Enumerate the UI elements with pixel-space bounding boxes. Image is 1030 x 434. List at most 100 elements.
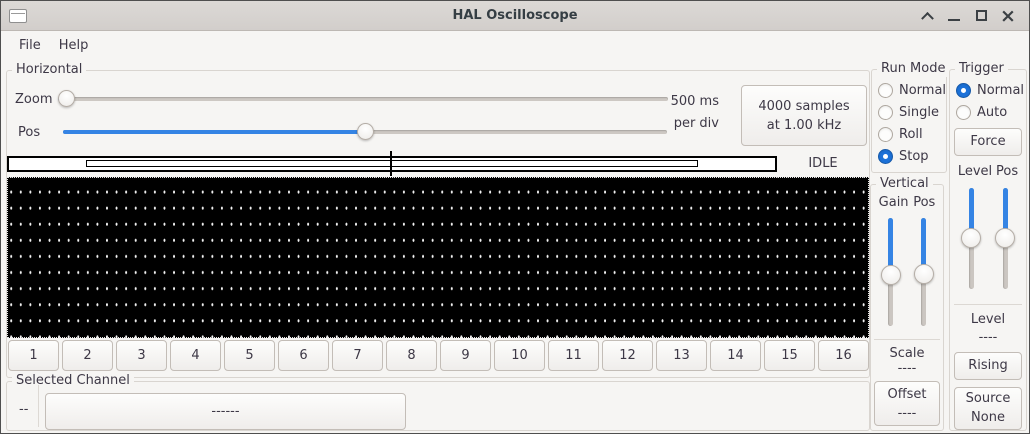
samples-count: 4000 samples (758, 97, 849, 116)
timebase-readout: 500 ms per div (649, 91, 719, 135)
close-icon: × (1000, 7, 1016, 25)
minimize-icon (948, 19, 960, 22)
status-label: IDLE (789, 156, 857, 171)
slider-fill (63, 130, 365, 134)
channel-button-6[interactable]: 6 (278, 340, 329, 371)
pos-slider-label: Pos (18, 125, 40, 140)
offset-button-value: ---- (898, 404, 917, 423)
trigger-group-label: Trigger (955, 61, 1008, 77)
trigger-pos-slider[interactable] (995, 188, 1015, 289)
slider-track[interactable] (58, 97, 668, 101)
channel-button-5[interactable]: 5 (224, 340, 275, 371)
menu-file[interactable]: File (10, 35, 50, 56)
vertical-pos-slider[interactable] (914, 218, 934, 326)
radio-icon[interactable] (956, 105, 971, 120)
samples-button[interactable]: 4000 samples at 1.00 kHz (741, 85, 867, 146)
channel-button-1[interactable]: 1 (8, 340, 59, 371)
run-mode-option-roll[interactable]: Roll (878, 127, 946, 142)
run-mode-group: Run Mode Normal Single Roll Stop (871, 69, 947, 173)
slider-thumb[interactable] (961, 228, 981, 248)
slider-thumb[interactable] (58, 90, 75, 107)
selected-channel-value: -- (19, 402, 28, 417)
trigger-group: Trigger Normal Auto Force Level Pos (949, 69, 1027, 431)
channel-button-9[interactable]: 9 (440, 340, 491, 371)
trigger-level-label: Level (954, 312, 1022, 327)
chevron-up-icon (921, 12, 934, 25)
gain-slider-label: Gain (879, 195, 909, 210)
slider-thumb[interactable] (914, 264, 934, 284)
run-mode-group-label: Run Mode (877, 61, 949, 77)
radio-label: Roll (899, 127, 923, 142)
record-view-bar[interactable] (7, 156, 777, 172)
close-button[interactable]: × (999, 7, 1017, 25)
channel-button-4[interactable]: 4 (170, 340, 221, 371)
offset-button[interactable]: Offset ---- (874, 381, 940, 426)
scale-value: ---- (874, 361, 940, 376)
horizontal-group-label: Horizontal (12, 62, 86, 78)
maximize-icon (976, 10, 987, 21)
trigger-level-value: ---- (954, 330, 1022, 345)
radio-label: Normal (977, 83, 1024, 98)
trigger-pos-slider-label: Pos (996, 164, 1018, 179)
run-mode-option-single[interactable]: Single (878, 105, 946, 120)
divider (38, 385, 39, 427)
force-button[interactable]: Force (954, 128, 1022, 156)
run-mode-option-normal[interactable]: Normal (878, 83, 946, 98)
timebase-unit: per div (649, 113, 719, 135)
window-title: HAL Oscilloscope (1, 8, 1029, 23)
vertical-group: Vertical Gain Pos Scale ---- Offset ---- (870, 184, 944, 431)
shade-button[interactable] (918, 7, 936, 25)
radio-icon[interactable] (878, 149, 893, 164)
radio-icon[interactable] (878, 83, 893, 98)
radio-icon[interactable] (956, 83, 971, 98)
samples-rate: at 1.00 kHz (767, 116, 841, 135)
record-cursor[interactable] (390, 151, 392, 176)
vertical-gain-slider[interactable] (881, 218, 901, 326)
offset-button-label: Offset (887, 385, 926, 404)
slope-button[interactable]: Rising (954, 352, 1022, 380)
radio-label: Stop (899, 149, 929, 164)
source-button[interactable]: Source None (954, 387, 1022, 430)
selected-channel-label: Selected Channel (12, 373, 134, 389)
zoom-slider-label: Zoom (15, 92, 52, 107)
trigger-option-normal[interactable]: Normal (954, 83, 1022, 98)
channel-button-7[interactable]: 7 (332, 340, 383, 371)
channel-button-10[interactable]: 10 (494, 340, 545, 371)
trigger-option-auto[interactable]: Auto (954, 105, 1022, 120)
scale-label: Scale (874, 346, 940, 361)
divider (954, 304, 1022, 305)
trigger-level-slider-label: Level (958, 164, 992, 179)
slider-thumb[interactable] (881, 265, 901, 285)
maximize-button[interactable] (972, 7, 990, 25)
trigger-level-slider[interactable] (961, 188, 981, 289)
horizontal-pos-slider[interactable] (63, 123, 667, 141)
channel-button-12[interactable]: 12 (602, 340, 653, 371)
run-mode-option-stop[interactable]: Stop (878, 149, 946, 164)
channel-button-2[interactable]: 2 (62, 340, 113, 371)
radio-icon[interactable] (878, 105, 893, 120)
channel-button-13[interactable]: 13 (656, 340, 707, 371)
horizontal-zoom-slider[interactable] (58, 90, 668, 108)
selected-channel-group: Selected Channel -- ------ (6, 381, 870, 431)
scope-display[interactable] (7, 177, 869, 338)
vertical-group-label: Vertical (876, 176, 933, 192)
channel-button-8[interactable]: 8 (386, 340, 437, 371)
channel-button-14[interactable]: 14 (710, 340, 761, 371)
slider-thumb[interactable] (995, 228, 1015, 248)
radio-icon[interactable] (878, 127, 893, 142)
minimize-button[interactable] (945, 7, 963, 25)
timebase-rate: 500 ms (649, 91, 719, 113)
source-button-label: Source (966, 389, 1011, 408)
radio-label: Normal (899, 83, 946, 98)
app-window: HAL Oscilloscope × File Help Horizontal … (0, 0, 1030, 434)
menu-help[interactable]: Help (50, 35, 98, 56)
channel-button-11[interactable]: 11 (548, 340, 599, 371)
title-bar[interactable]: HAL Oscilloscope × (1, 1, 1029, 31)
selected-channel-source-button[interactable]: ------ (45, 393, 406, 430)
channel-button-3[interactable]: 3 (116, 340, 167, 371)
radio-label: Auto (977, 105, 1007, 120)
channel-button-row: 1 2 3 4 5 6 7 8 9 10 11 12 13 14 15 16 (8, 340, 869, 371)
slider-thumb[interactable] (357, 123, 374, 140)
channel-button-15[interactable]: 15 (764, 340, 815, 371)
channel-button-16[interactable]: 16 (818, 340, 869, 371)
